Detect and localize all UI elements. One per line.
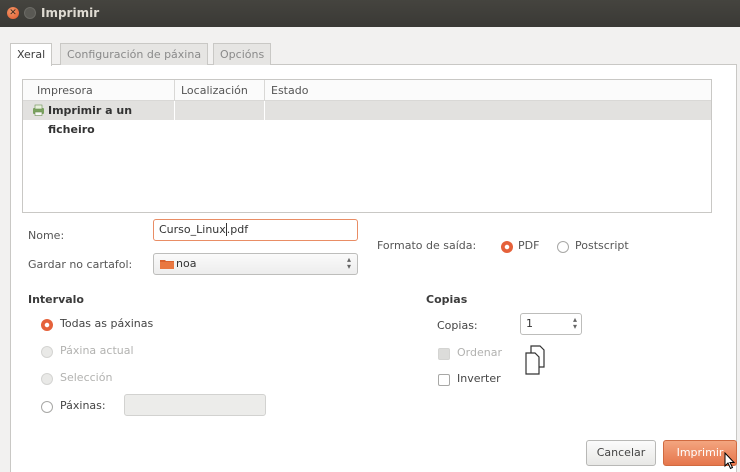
format-pdf-radio[interactable]	[501, 241, 513, 253]
range-current-radio[interactable]	[41, 346, 53, 358]
close-window-icon[interactable]: ✕	[7, 7, 19, 19]
combo-arrows-icon: ▴ ▾	[346, 255, 351, 271]
format-pdf-label[interactable]: PDF	[518, 239, 539, 252]
file-name-input[interactable]: Curso_Linux.pdf	[153, 219, 358, 241]
print-dialog: Xeral Configuración de páxina Opcións Im…	[0, 27, 740, 472]
copies-value: 1	[526, 317, 533, 330]
save-folder-combo[interactable]: noa ▴ ▾	[153, 253, 358, 275]
tab-options[interactable]: Opcións	[213, 43, 272, 65]
column-header-location[interactable]: Localización	[175, 80, 265, 101]
format-postscript-radio[interactable]	[557, 241, 569, 253]
format-postscript-label[interactable]: Postscript	[575, 239, 629, 252]
range-section-title: Intervalo	[28, 293, 84, 306]
range-selection-radio[interactable]	[41, 373, 53, 385]
range-all-label[interactable]: Todas as páxinas	[60, 317, 153, 330]
collate-checkbox[interactable]	[438, 348, 450, 360]
range-current-label[interactable]: Páxina actual	[60, 344, 134, 357]
reverse-checkbox[interactable]	[438, 374, 450, 386]
printer-list: Impresora Localización Estado Imprimir a…	[22, 79, 712, 213]
range-pages-input[interactable]	[124, 394, 266, 416]
copies-section-title: Copias	[426, 293, 468, 306]
collate-pages-icon	[525, 345, 545, 375]
printer-location	[175, 101, 265, 120]
folder-icon	[160, 260, 174, 269]
title-bar: ✕ Imprimir	[0, 0, 740, 27]
tab-page-setup[interactable]: Configuración de páxina	[60, 43, 209, 65]
window-title: Imprimir	[41, 6, 100, 20]
cancel-button[interactable]: Cancelar	[586, 440, 656, 466]
copies-spinner[interactable]: 1 ▴ ▾	[520, 313, 582, 335]
minimize-window-icon[interactable]	[24, 7, 36, 19]
save-folder-value: noa	[176, 257, 197, 270]
range-pages-radio[interactable]	[41, 401, 53, 413]
range-pages-label[interactable]: Páxinas:	[60, 399, 106, 412]
save-folder-label: Gardar no cartafol:	[28, 258, 133, 271]
file-name-label: Nome:	[28, 229, 65, 242]
column-header-status[interactable]: Estado	[265, 80, 711, 101]
mouse-pointer-icon	[724, 452, 736, 470]
printer-name: Imprimir a un ficheiro	[23, 101, 175, 136]
printer-row[interactable]: Imprimir a un ficheiro	[23, 101, 711, 136]
range-all-radio[interactable]	[41, 319, 53, 331]
column-header-printer[interactable]: Impresora	[23, 80, 175, 101]
printer-status	[265, 101, 711, 120]
file-name-text-end: .pdf	[226, 223, 249, 236]
output-format-label: Formato de saída:	[377, 239, 477, 252]
copies-label: Copias:	[437, 319, 478, 332]
tab-general[interactable]: Xeral	[10, 43, 53, 66]
spinner-arrows-icon: ▴ ▾	[572, 315, 577, 331]
reverse-label[interactable]: Inverter	[457, 372, 501, 385]
collate-label[interactable]: Ordenar	[457, 346, 502, 359]
range-selection-label[interactable]: Selección	[60, 371, 112, 384]
file-name-text-start: Curso_Linux	[159, 223, 226, 236]
